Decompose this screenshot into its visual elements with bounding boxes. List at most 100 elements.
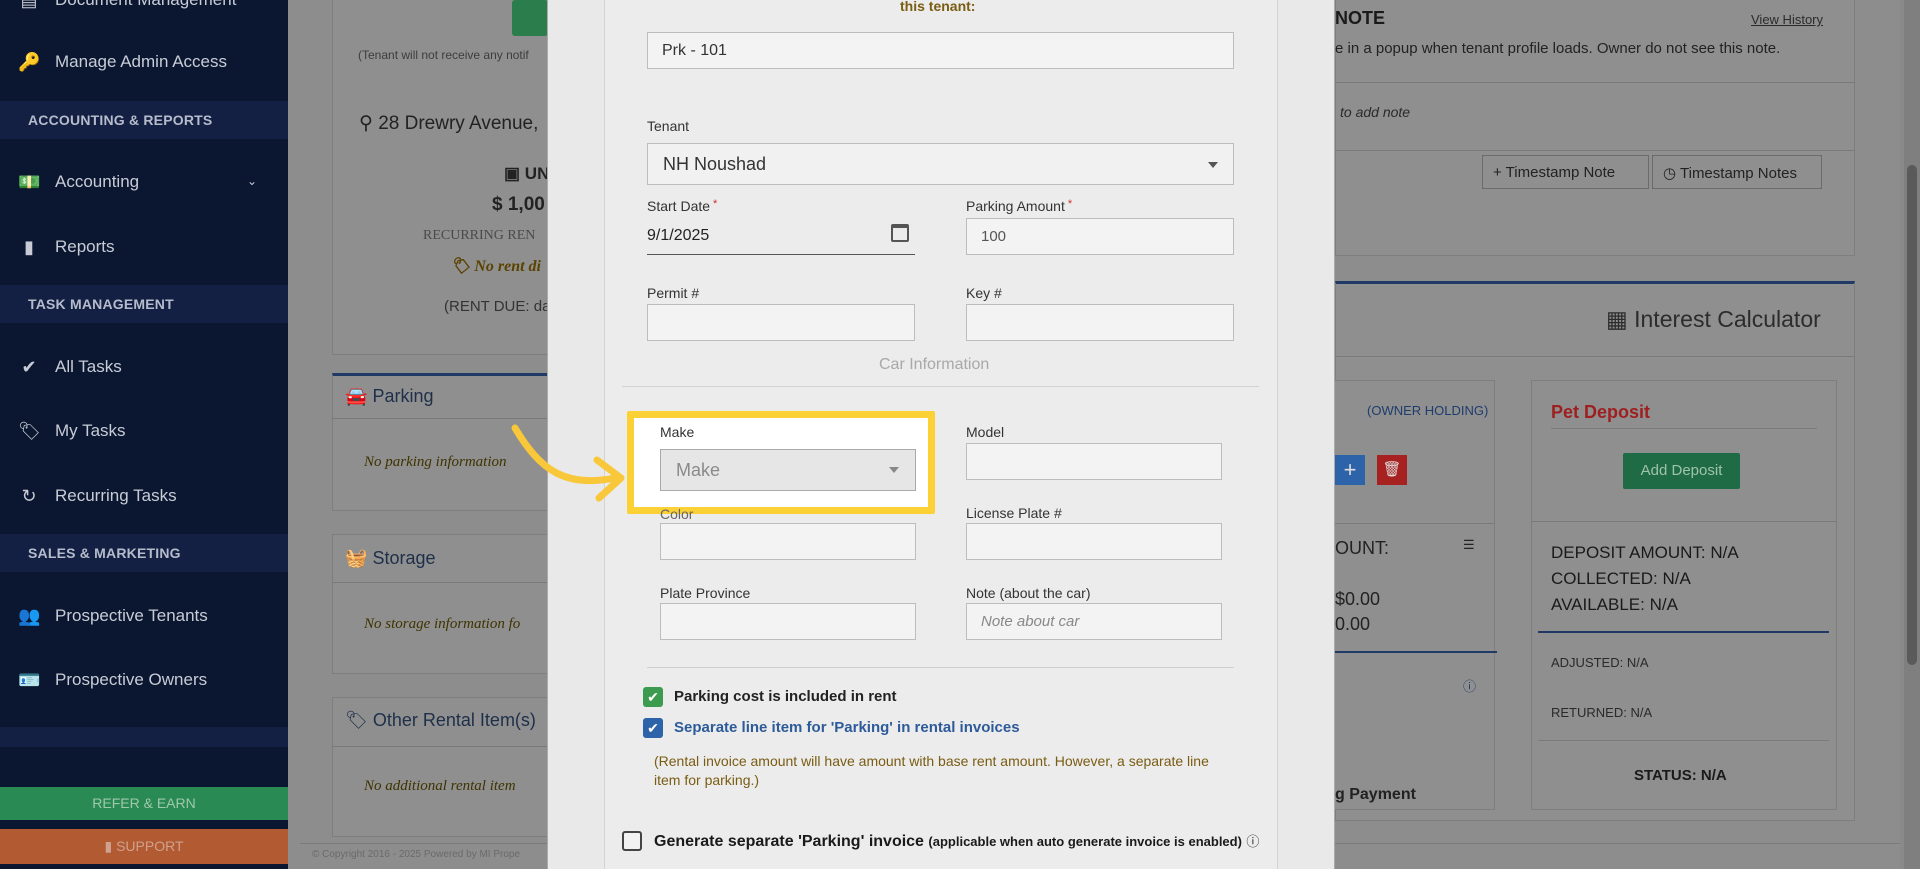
info-icon[interactable]: ⓘ	[1246, 834, 1259, 849]
refresh-icon: ↻	[21, 486, 37, 506]
sidebar-item-manage-admin-access[interactable]: 🔑 Manage Admin Access	[0, 40, 288, 84]
notify-button[interactable]	[512, 0, 548, 36]
sidebar-item-prospective-owners[interactable]: 🪪 Prospective Owners	[0, 658, 288, 702]
sidebar-item-reports[interactable]: ▮ Reports	[0, 225, 288, 269]
note-description: e in a popup when tenant profile loads. …	[1335, 40, 1781, 57]
add-icon[interactable]: +	[1335, 455, 1365, 485]
no-rent-discount: 🏷 No rent di	[450, 258, 541, 275]
add-note-hint: to add note	[1340, 104, 1411, 120]
section-sales-marketing: SALES & MARKETING	[0, 534, 288, 572]
add-deposit-button[interactable]: Add Deposit	[1623, 453, 1740, 489]
parking-id-input[interactable]: Prk - 101	[647, 32, 1234, 69]
start-date-input[interactable]: 9/1/2025	[647, 225, 915, 255]
storage-title: 🧺 Storage	[345, 548, 436, 568]
calendar-icon[interactable]	[891, 224, 909, 242]
section-accounting-reports: ACCOUNTING & REPORTS	[0, 101, 288, 139]
car-information-heading: Car Information	[879, 356, 990, 373]
deposit-available: AVAILABLE: N/A	[1551, 595, 1678, 614]
sidebar-item-my-tasks[interactable]: 🏷 My Tasks	[0, 409, 288, 453]
trash-icon[interactable]: 🗑	[1377, 455, 1407, 485]
parking-amount-input[interactable]: 100	[966, 218, 1234, 255]
money-icon: 💵	[18, 172, 41, 192]
start-date-label: Start Date *	[647, 198, 718, 214]
note-card	[1335, 0, 1855, 256]
amount-two: 0.00	[1335, 614, 1371, 634]
sidebar-item-document-management[interactable]: ▤ Document Management	[0, 0, 288, 22]
divider	[332, 418, 550, 419]
divider	[1335, 523, 1495, 524]
chevron-down-icon	[1208, 162, 1218, 168]
view-history-link[interactable]: View History	[1751, 12, 1823, 27]
divider	[1538, 631, 1829, 633]
sidebar-item-prospective-tenants[interactable]: 👥 Prospective Tenants	[0, 594, 288, 638]
make-label: Make	[660, 424, 695, 440]
tenant-select[interactable]: NH Noushad	[647, 143, 1234, 185]
amount-label: OUNT:	[1335, 538, 1389, 558]
note-title: NOTE	[1335, 8, 1386, 28]
rent-amount: $ 1,00	[492, 194, 545, 215]
generate-invoice-checkbox[interactable]	[622, 831, 642, 851]
car-note-label: Note (about the car)	[966, 585, 1091, 601]
modal-header-fragment: this tenant:	[900, 0, 976, 14]
deposit-collected: COLLECTED: N/A	[1551, 569, 1691, 588]
divider	[332, 582, 550, 583]
deposit-returned: RETURNED: N/A	[1551, 705, 1653, 720]
arrow-annotation-icon	[511, 424, 625, 502]
tenant-label: Tenant	[647, 118, 690, 134]
divider	[1335, 356, 1855, 357]
storage-empty: No storage information fo	[364, 616, 521, 632]
amount-one: $0.00	[1335, 589, 1381, 609]
deposit-adjusted: ADJUSTED: N/A	[1551, 655, 1649, 670]
key-icon: 🔑	[18, 52, 41, 72]
other-rental-empty: No additional rental item	[364, 778, 516, 794]
section-task-management: TASK MANAGEMENT	[0, 285, 288, 323]
clock-icon: ◷	[1663, 165, 1677, 182]
car-note-input[interactable]: Note about car	[966, 603, 1222, 640]
key-label: Key #	[966, 285, 1002, 301]
parking-included-label: Parking cost is included in rent	[674, 688, 897, 705]
separate-line-item-checkbox[interactable]: ✔	[643, 718, 663, 738]
refer-earn-button[interactable]: REFER & EARN	[0, 787, 288, 820]
sidebar: ▤ Document Management 🔑 Manage Admin Acc…	[0, 0, 288, 869]
scrollbar-thumb[interactable]	[1907, 165, 1917, 665]
license-plate-label: License Plate #	[966, 505, 1062, 521]
tag-icon: 🏷	[18, 421, 41, 441]
chevron-down-icon	[889, 467, 899, 473]
tenant-notice: (Tenant will not receive any notif	[358, 48, 529, 62]
invoice-explanation: (Rental invoice amount will have amount …	[654, 753, 1209, 788]
sidebar-item-all-tasks[interactable]: ✔ All Tasks	[0, 345, 288, 389]
support-button[interactable]: ▮ SUPPORT	[0, 829, 288, 864]
list-icon[interactable]: ☰	[1463, 537, 1475, 553]
key-input[interactable]	[966, 304, 1234, 341]
plus-icon: +	[1493, 164, 1502, 181]
timestamp-note-button[interactable]: + Timestamp Note	[1482, 155, 1649, 189]
divider	[332, 746, 550, 747]
divider	[647, 667, 1234, 668]
sidebar-item-accounting[interactable]: 💵 Accounting ⌄	[0, 160, 288, 204]
sidebar-item-recurring-tasks[interactable]: ↻ Recurring Tasks	[0, 474, 288, 518]
plate-province-label: Plate Province	[660, 585, 751, 601]
basket-icon: 🧺	[345, 548, 368, 568]
license-plate-input[interactable]	[966, 523, 1222, 560]
recurring-rent-label: RECURRING REN	[423, 228, 536, 243]
info-icon[interactable]: ⓘ	[1463, 676, 1476, 695]
pet-deposit-title: Pet Deposit	[1551, 402, 1651, 422]
color-label: Color	[660, 506, 694, 522]
make-select[interactable]: Make	[660, 449, 916, 491]
payment-link[interactable]: g Payment	[1335, 786, 1416, 804]
deposit-status: STATUS: N/A	[1634, 767, 1727, 784]
bar-chart-icon: ▮	[24, 237, 34, 257]
interest-calculator[interactable]: ▦ Interest Calculator	[1606, 306, 1821, 333]
model-input[interactable]	[966, 443, 1222, 480]
plate-province-input[interactable]	[660, 603, 916, 640]
permit-input[interactable]	[647, 304, 915, 341]
timestamp-notes-button[interactable]: ◷ Timestamp Notes	[1652, 155, 1822, 189]
permit-label: Permit #	[647, 285, 700, 301]
map-marker-icon: ⚲	[359, 113, 373, 134]
parking-amount-label: Parking Amount *	[966, 198, 1073, 214]
model-label: Model	[966, 424, 1005, 440]
parking-included-checkbox[interactable]: ✔	[643, 687, 663, 707]
color-input[interactable]	[660, 523, 916, 560]
divider	[1531, 521, 1837, 522]
separate-line-item-label: Separate line item for 'Parking' in rent…	[674, 719, 1020, 736]
